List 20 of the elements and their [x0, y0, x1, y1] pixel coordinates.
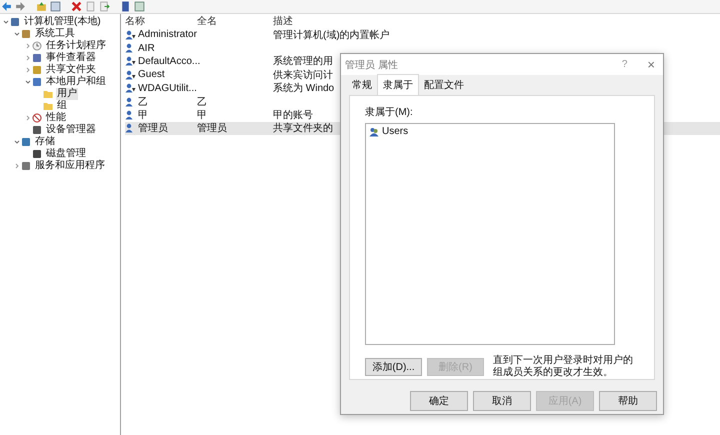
description: 系统为 Windo: [273, 83, 334, 94]
full-name: 甲: [197, 110, 207, 122]
list-label: 隶属于(M):: [365, 106, 413, 119]
note-text: 直到下一次用户登录时对用户的组成员关系的更改才生效。: [493, 355, 634, 379]
description: 甲的账号: [273, 110, 313, 122]
description: 共享文件夹的: [273, 123, 333, 134]
description: 系统管理的用: [273, 56, 333, 68]
description: 供来宾访问计: [273, 70, 333, 81]
user-name: Administrator: [138, 29, 197, 40]
dialog-title: 管理员 属性: [345, 58, 399, 72]
description: 管理计算机(域)的内置帐户: [273, 30, 390, 41]
user-name: AIR: [138, 42, 155, 54]
user-name: DefaultAcco...: [138, 56, 200, 67]
full-name: 管理员: [197, 123, 227, 134]
user-name: WDAGUtilit...: [138, 82, 197, 94]
user-name: Guest: [138, 69, 165, 80]
user-name: 甲: [138, 109, 148, 122]
user-name: 乙: [138, 96, 148, 109]
full-name: 乙: [197, 96, 207, 108]
user-name: 管理员: [138, 122, 168, 136]
